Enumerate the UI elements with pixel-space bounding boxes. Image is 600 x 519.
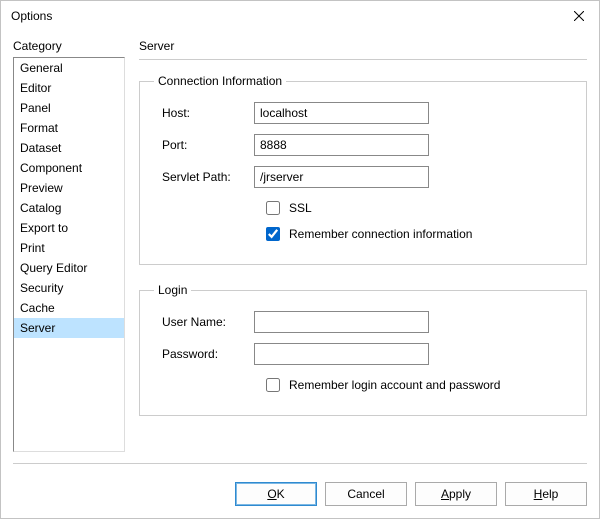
password-label: Password: [154, 347, 254, 361]
client-area: Category GeneralEditorPanelFormatDataset… [1, 31, 599, 518]
servlet-path-input[interactable] [254, 166, 429, 188]
remember-login-label[interactable]: Remember login account and password [289, 378, 500, 392]
category-item-general[interactable]: General [14, 58, 124, 78]
ok-button[interactable]: OK [235, 482, 317, 506]
close-button[interactable] [559, 1, 599, 31]
password-input[interactable] [254, 343, 429, 365]
title-bar: Options [1, 1, 599, 31]
category-item-panel[interactable]: Panel [14, 98, 124, 118]
category-item-component[interactable]: Component [14, 158, 124, 178]
ssl-checkbox[interactable] [266, 201, 280, 215]
port-input[interactable] [254, 134, 429, 156]
username-input[interactable] [254, 311, 429, 333]
apply-button[interactable]: Apply [415, 482, 497, 506]
remember-login-checkbox[interactable] [266, 378, 280, 392]
category-item-editor[interactable]: Editor [14, 78, 124, 98]
category-item-catalog[interactable]: Catalog [14, 198, 124, 218]
category-item-preview[interactable]: Preview [14, 178, 124, 198]
port-label: Port: [154, 138, 254, 152]
username-label: User Name: [154, 315, 254, 329]
remember-connection-checkbox[interactable] [266, 227, 280, 241]
host-input[interactable] [254, 102, 429, 124]
category-heading: Category [13, 39, 125, 53]
category-item-server[interactable]: Server [14, 318, 124, 338]
category-list: GeneralEditorPanelFormatDatasetComponent… [13, 57, 125, 452]
category-item-format[interactable]: Format [14, 118, 124, 138]
cancel-button[interactable]: Cancel [325, 482, 407, 506]
login-legend: Login [154, 283, 191, 297]
connection-legend: Connection Information [154, 74, 286, 88]
servlet-path-label: Servlet Path: [154, 170, 254, 184]
host-label: Host: [154, 106, 254, 120]
category-item-query-editor[interactable]: Query Editor [14, 258, 124, 278]
login-group: Login User Name: Password: Remember logi… [139, 283, 587, 416]
page-title: Server [139, 39, 587, 53]
connection-group: Connection Information Host: Port: Servl… [139, 74, 587, 265]
category-item-print[interactable]: Print [14, 238, 124, 258]
close-icon [574, 11, 584, 21]
help-button[interactable]: Help [505, 482, 587, 506]
category-item-dataset[interactable]: Dataset [14, 138, 124, 158]
category-item-security[interactable]: Security [14, 278, 124, 298]
ssl-label[interactable]: SSL [289, 201, 312, 215]
remember-connection-label[interactable]: Remember connection information [289, 227, 472, 241]
dialog-buttons: OK Cancel Apply Help [235, 482, 587, 506]
page-title-separator [139, 59, 587, 60]
button-separator [13, 463, 587, 464]
category-item-export-to[interactable]: Export to [14, 218, 124, 238]
category-item-cache[interactable]: Cache [14, 298, 124, 318]
window-title: Options [11, 9, 52, 23]
